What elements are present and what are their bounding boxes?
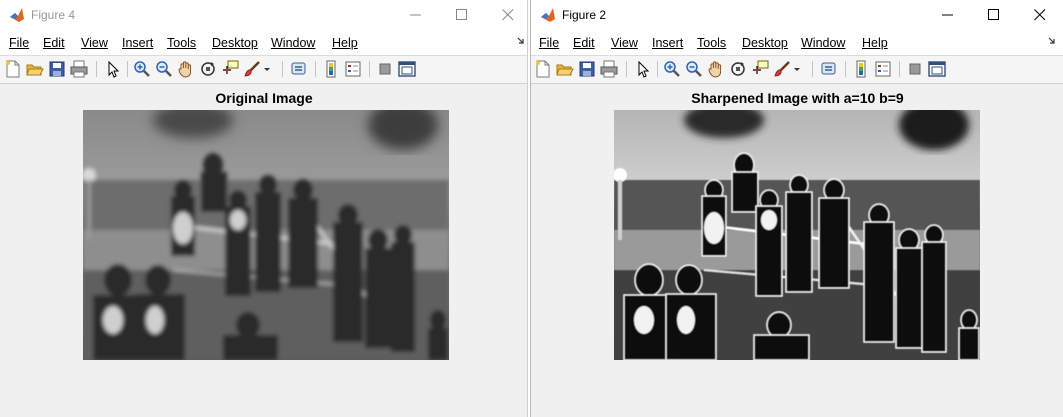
new-figure-icon[interactable] <box>534 60 552 78</box>
show-plot-tools-icon[interactable] <box>928 60 946 78</box>
menu-insert[interactable]: Insert <box>122 35 153 51</box>
minimize-button[interactable] <box>925 0 971 30</box>
open-file-icon[interactable] <box>556 60 574 78</box>
toolbar-separator <box>899 61 900 77</box>
toolbar-separator <box>369 61 370 77</box>
minimize-button[interactable] <box>393 0 439 30</box>
zoom-out-icon[interactable] <box>155 60 173 78</box>
toolbar-separator <box>657 61 658 77</box>
title-bar[interactable]: Figure 2 <box>531 0 1063 30</box>
title-bar[interactable]: Figure 4 <box>0 0 527 30</box>
zoom-out-icon[interactable] <box>685 60 703 78</box>
link-plot-icon[interactable] <box>290 60 308 78</box>
menu-insert[interactable]: Insert <box>652 35 683 51</box>
rotate-3d-icon[interactable] <box>729 60 747 78</box>
menu-view[interactable]: View <box>81 35 108 51</box>
menu-file[interactable]: File <box>9 35 29 51</box>
window-title: Figure 2 <box>562 8 607 22</box>
brush-dropdown-arrow-icon[interactable] <box>793 60 801 78</box>
figure-2-window: Figure 2 File Edit View Insert Tools Des… <box>530 0 1063 417</box>
menu-dock-arrow-icon[interactable] <box>1048 37 1056 45</box>
figure-4-window: Figure 4 File Edit View Insert Tools Des… <box>0 0 528 417</box>
minimize-icon <box>410 14 421 16</box>
plot-title: Original Image <box>215 90 313 106</box>
close-icon <box>1034 9 1046 21</box>
hide-plot-tools-icon[interactable] <box>906 60 924 78</box>
pan-hand-icon[interactable] <box>707 60 725 78</box>
brush-icon[interactable] <box>773 60 791 78</box>
menu-help[interactable]: Help <box>862 35 888 51</box>
save-icon[interactable] <box>48 60 66 78</box>
edit-plot-arrow-icon[interactable] <box>634 60 652 78</box>
data-cursor-icon[interactable] <box>751 60 769 78</box>
menu-view[interactable]: View <box>611 35 638 51</box>
menu-desktop[interactable]: Desktop <box>742 35 788 51</box>
matlab-logo-icon <box>541 8 555 22</box>
data-cursor-icon[interactable] <box>221 60 239 78</box>
brush-icon[interactable] <box>243 60 261 78</box>
matlab-logo-icon <box>10 8 24 22</box>
close-icon <box>502 9 514 21</box>
window-title: Figure 4 <box>31 8 76 22</box>
sharpened-image[interactable] <box>614 110 980 360</box>
pan-hand-icon[interactable] <box>177 60 195 78</box>
maximize-button[interactable] <box>971 0 1017 30</box>
maximize-icon <box>456 9 467 20</box>
original-image[interactable] <box>83 110 449 360</box>
maximize-button[interactable] <box>439 0 485 30</box>
menu-desktop[interactable]: Desktop <box>212 35 258 51</box>
toolbar-separator <box>315 61 316 77</box>
menu-bar: File Edit View Insert Tools Desktop Wind… <box>531 30 1063 55</box>
maximize-icon <box>988 9 999 20</box>
new-figure-icon[interactable] <box>4 60 22 78</box>
brush-dropdown-arrow-icon[interactable] <box>263 60 271 78</box>
zoom-in-icon[interactable] <box>663 60 681 78</box>
legend-icon[interactable] <box>874 60 892 78</box>
colorbar-icon[interactable] <box>852 60 870 78</box>
save-icon[interactable] <box>578 60 596 78</box>
print-icon[interactable] <box>70 60 88 78</box>
figure-toolbar <box>531 55 1063 84</box>
hide-plot-tools-icon[interactable] <box>376 60 394 78</box>
menu-window[interactable]: Window <box>271 35 315 51</box>
link-plot-icon[interactable] <box>820 60 838 78</box>
toolbar-separator <box>845 61 846 77</box>
zoom-in-icon[interactable] <box>133 60 151 78</box>
colorbar-icon[interactable] <box>322 60 340 78</box>
menu-window[interactable]: Window <box>801 35 845 51</box>
legend-icon[interactable] <box>344 60 362 78</box>
menu-dock-arrow-icon[interactable] <box>517 37 525 45</box>
close-button[interactable] <box>1017 0 1063 30</box>
edit-plot-arrow-icon[interactable] <box>104 60 122 78</box>
menu-tools[interactable]: Tools <box>697 35 726 51</box>
figure-toolbar <box>0 55 527 84</box>
minimize-icon <box>942 14 953 16</box>
rotate-3d-icon[interactable] <box>199 60 217 78</box>
toolbar-separator <box>96 61 97 77</box>
toolbar-separator <box>127 61 128 77</box>
menu-edit[interactable]: Edit <box>43 35 65 51</box>
toolbar-separator <box>282 61 283 77</box>
menu-file[interactable]: File <box>539 35 559 51</box>
menu-bar: File Edit View Insert Tools Desktop Wind… <box>0 30 527 55</box>
plot-title: Sharpened Image with a=10 b=9 <box>691 90 904 106</box>
menu-tools[interactable]: Tools <box>167 35 196 51</box>
open-file-icon[interactable] <box>26 60 44 78</box>
toolbar-separator <box>812 61 813 77</box>
toolbar-separator <box>626 61 627 77</box>
close-button[interactable] <box>485 0 527 30</box>
menu-help[interactable]: Help <box>332 35 358 51</box>
print-icon[interactable] <box>600 60 618 78</box>
show-plot-tools-icon[interactable] <box>398 60 416 78</box>
menu-edit[interactable]: Edit <box>573 35 595 51</box>
